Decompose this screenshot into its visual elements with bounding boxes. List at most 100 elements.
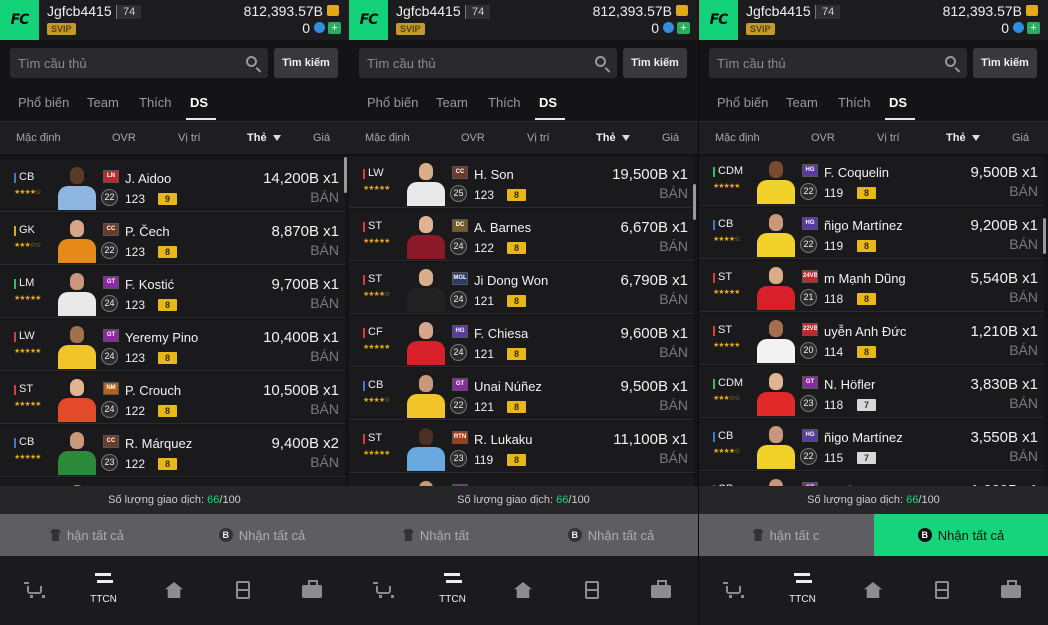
player-row[interactable]: ST ★★★★★ RTN 23 R. Lukaku 119 8 11,100B x1 BÁN xyxy=(349,421,694,473)
sort-card[interactable]: Thẻ xyxy=(946,132,980,144)
search-input[interactable] xyxy=(709,48,967,78)
nav-transfer[interactable]: TTCN xyxy=(69,556,138,621)
player-row[interactable]: ST ★★★★★ DC 24 A. Barnes 122 8 6,670B x1 BÁN xyxy=(349,209,694,261)
player-row[interactable]: CB★★★★☆GT22T. Mings1,660B x1 xyxy=(699,472,1044,486)
nav-transfer[interactable]: TTCN xyxy=(418,556,487,621)
sort-card[interactable]: Thẻ xyxy=(596,132,630,144)
nav-pitch[interactable] xyxy=(557,556,626,621)
player-row[interactable]: LW ★★★★★ CC 25 H. Son 123 8 19,500B x1 BÁN xyxy=(349,156,694,208)
nav-home[interactable] xyxy=(838,556,907,621)
player-row[interactable]: ST ★★★★★ 22VB 20 uyễn Anh Đức 114 8 1,210B x1 BÁ… xyxy=(699,313,1044,365)
sell-button[interactable]: BÁN xyxy=(310,348,339,364)
sell-button[interactable]: BÁN xyxy=(310,454,339,470)
add-currency-button[interactable]: + xyxy=(677,22,690,34)
tab-popular[interactable]: Phổ biến xyxy=(367,95,418,110)
sort-ovr[interactable]: OVR xyxy=(811,132,835,144)
search-icon[interactable] xyxy=(595,56,606,67)
nav-pitch[interactable] xyxy=(208,556,277,621)
tab-team[interactable]: Team xyxy=(87,95,119,110)
sort-position[interactable]: Vị trí xyxy=(178,132,201,144)
sell-button[interactable]: BÁN xyxy=(659,450,688,466)
game-logo[interactable]: FC xyxy=(699,0,738,40)
tab-team[interactable]: Team xyxy=(436,95,468,110)
player-row[interactable]: CB ★★★★☆ LN 22 J. Aidoo 123 9 14,200B x1 BÁN xyxy=(0,160,345,212)
tab-team[interactable]: Team xyxy=(786,95,818,110)
tab-list[interactable]: DS xyxy=(190,95,208,110)
search-input[interactable] xyxy=(359,48,617,78)
sell-button[interactable]: BÁN xyxy=(1009,236,1038,252)
list-scrollbar[interactable] xyxy=(1043,218,1046,254)
nav-home[interactable] xyxy=(139,556,208,621)
sell-button[interactable]: BÁN xyxy=(310,295,339,311)
sell-button[interactable]: BÁN xyxy=(1009,342,1038,358)
player-row[interactable]: CM★★★★☆GT239,500B x1 xyxy=(349,474,694,486)
player-row[interactable]: GK ★★★☆☆ CC 22 P. Čech 123 8 8,870B x1 BÁN xyxy=(0,213,345,265)
player-row[interactable]: ST ★★★★★ 24VB 21 m Mạnh Dũng 118 8 5,540B x1 BÁN xyxy=(699,260,1044,312)
tab-list[interactable]: DS xyxy=(889,95,907,110)
tab-list[interactable]: DS xyxy=(539,95,557,110)
player-row[interactable]: CB ★★★★☆ HG 22 ñigo Martínez 115 7 3,550B x1 BÁN xyxy=(699,419,1044,471)
tab-liked[interactable]: Thích xyxy=(488,95,521,110)
sell-button[interactable]: BÁN xyxy=(659,397,688,413)
sort-ovr[interactable]: OVR xyxy=(461,132,485,144)
sell-button[interactable]: BÁN xyxy=(310,189,339,205)
tab-popular[interactable]: Phổ biến xyxy=(717,95,768,110)
receive-kit-button[interactable]: Nhận tất xyxy=(349,514,523,556)
sell-button[interactable]: BÁN xyxy=(659,238,688,254)
search-button[interactable]: Tìm kiếm xyxy=(623,48,687,78)
sell-button[interactable]: BÁN xyxy=(659,344,688,360)
search-icon[interactable] xyxy=(246,56,257,67)
list-scrollbar[interactable] xyxy=(344,157,347,193)
receive-all-button[interactable]: B Nhận tất cả xyxy=(175,514,349,556)
sort-position[interactable]: Vị trí xyxy=(527,132,550,144)
sort-default[interactable]: Mặc định xyxy=(16,132,61,144)
sort-card[interactable]: Thẻ xyxy=(247,132,281,144)
player-row[interactable]: CDM ★★★★★ HG 22 F. Coquelin 119 8 9,500B x1 BÁN xyxy=(699,156,1044,206)
sell-button[interactable]: BÁN xyxy=(310,401,339,417)
sell-button[interactable]: BÁN xyxy=(310,242,339,258)
nav-bag[interactable] xyxy=(976,556,1045,621)
sort-position[interactable]: Vị trí xyxy=(877,132,900,144)
search-input[interactable] xyxy=(10,48,268,78)
player-row[interactable]: CB ★★★★☆ GT 22 Unai Núñez 121 8 9,500B x1 BÁN xyxy=(349,368,694,420)
nav-cart[interactable] xyxy=(699,556,768,621)
search-button[interactable]: Tìm kiếm xyxy=(274,48,338,78)
search-button[interactable]: Tìm kiếm xyxy=(973,48,1037,78)
sort-default[interactable]: Mặc định xyxy=(365,132,410,144)
sell-button[interactable]: BÁN xyxy=(659,291,688,307)
sort-price[interactable]: Giá xyxy=(662,132,679,144)
receive-all-button[interactable]: B Nhận tất cả xyxy=(874,514,1048,556)
player-row[interactable]: CB ★★★★☆ HG 22 ñigo Martínez 119 8 9,200B x1 BÁN xyxy=(699,207,1044,259)
tab-liked[interactable]: Thích xyxy=(838,95,871,110)
sort-default[interactable]: Mặc định xyxy=(715,132,760,144)
nav-transfer[interactable]: TTCN xyxy=(768,556,837,621)
game-logo[interactable]: FC xyxy=(0,0,39,40)
add-currency-button[interactable]: + xyxy=(328,22,341,34)
tab-popular[interactable]: Phổ biến xyxy=(18,95,69,110)
nav-bag[interactable] xyxy=(626,556,695,621)
player-row[interactable]: CDM ★★★☆☆ GT 23 N. Höfler 118 7 3,830B x1 BÁN xyxy=(699,366,1044,418)
player-row[interactable]: CB ★★★★★ CC 23 R. Márquez 122 8 9,400B x2 BÁN xyxy=(0,425,345,477)
player-row[interactable]: LM ★★★★★ GT 24 F. Kostić 123 8 9,700B x1 BÁN xyxy=(0,266,345,318)
nav-cart[interactable] xyxy=(0,556,69,621)
player-row[interactable]: CF ★★★★★ HG 24 F. Chiesa 121 8 9,600B x1 BÁN xyxy=(349,315,694,367)
player-row[interactable]: ST ★★★★★ NM 24 P. Crouch 122 8 10,500B x1 BÁN xyxy=(0,372,345,424)
player-row[interactable]: LW ★★★★★ GT 24 Yeremy Pino 123 8 10,400B x1 BÁN xyxy=(0,319,345,371)
sell-button[interactable]: BÁN xyxy=(659,185,688,201)
list-scrollbar[interactable] xyxy=(693,184,696,220)
sell-button[interactable]: BÁN xyxy=(1009,289,1038,305)
nav-pitch[interactable] xyxy=(907,556,976,621)
tab-liked[interactable]: Thích xyxy=(139,95,172,110)
nav-home[interactable] xyxy=(488,556,557,621)
nav-cart[interactable] xyxy=(349,556,418,621)
nav-bag[interactable] xyxy=(277,556,346,621)
receive-all-button[interactable]: B Nhận tất cả xyxy=(524,514,698,556)
player-row[interactable]: CM★★★★☆HG2310,500B x1 xyxy=(0,478,345,486)
receive-kit-button[interactable]: hận tất cả xyxy=(0,514,174,556)
player-row[interactable]: ST ★★★★☆ MGL 24 Ji Dong Won 121 8 6,790B x1 BÁN xyxy=(349,262,694,314)
receive-kit-button[interactable]: hận tất c xyxy=(699,514,873,556)
sort-price[interactable]: Giá xyxy=(313,132,330,144)
sort-price[interactable]: Giá xyxy=(1012,132,1029,144)
sell-button[interactable]: BÁN xyxy=(1009,395,1038,411)
sell-button[interactable]: BÁN xyxy=(1009,183,1038,199)
